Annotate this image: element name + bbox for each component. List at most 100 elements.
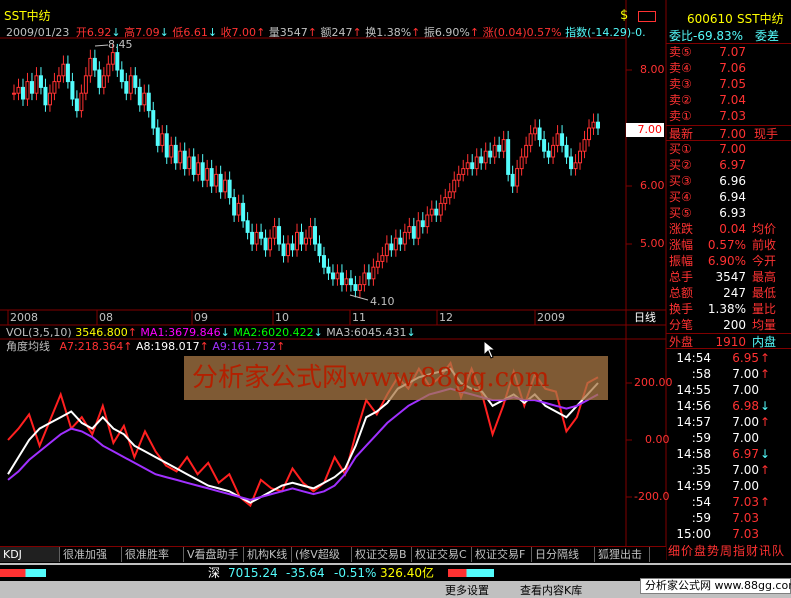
- tick-price: 6.95: [732, 351, 759, 365]
- outer-inner-row: 外盘 1910 内盘: [666, 333, 791, 349]
- tick-direction-icon: ↑: [760, 495, 771, 509]
- tick-row: 14:55 7.00: [666, 382, 791, 398]
- sell-row: 卖⑤ 7.07: [666, 44, 791, 60]
- tab-indicator[interactable]: 权证交易F: [472, 547, 532, 562]
- buy-label: 买②: [669, 158, 692, 172]
- stat-label: 分笔: [669, 318, 694, 332]
- tick-time: 14:58: [676, 447, 711, 461]
- tick-direction-icon: ↓: [760, 399, 771, 413]
- index-value: 7015.24: [228, 566, 278, 580]
- stat-row: 总额 247 最低: [666, 285, 791, 301]
- low-label: 4.10: [370, 295, 395, 308]
- buy-price: 7.00: [719, 142, 746, 156]
- tick-time: 14:56: [676, 399, 711, 413]
- tick-time: 14:59: [676, 479, 711, 493]
- stat-row: 涨跌 0.04 均价: [666, 221, 791, 237]
- price-tick-6: 6.00: [640, 179, 665, 192]
- sell-row: 卖③ 7.05: [666, 76, 791, 92]
- a8-value: A8:198.017: [135, 340, 200, 353]
- vol-label: VOL(3,5,10): [6, 326, 72, 339]
- buy-label: 买④: [669, 190, 692, 204]
- price-tick-5: 5.00: [640, 237, 665, 250]
- tab-indicator[interactable]: 权证交易B: [352, 547, 412, 562]
- tick-row: 14:56 6.98 ↓: [666, 398, 791, 414]
- index-pct: -0.51%: [334, 566, 377, 580]
- tab-indicator[interactable]: 机构K线: [244, 547, 292, 562]
- sell-price: 7.05: [719, 77, 746, 91]
- date-08: 08: [99, 311, 113, 324]
- tick-row: :59 7.00: [666, 430, 791, 446]
- stat-right: 前收: [752, 238, 777, 252]
- info-date: 2009/01/23: [6, 26, 70, 39]
- status-bar: 深 7015.24 -35.64 -0.51% 326.40亿 分析家公式网 w…: [0, 563, 791, 598]
- tab-indicator[interactable]: 狐狸出击: [595, 547, 650, 562]
- tick-price: 6.98: [732, 399, 759, 413]
- info-bar: 2009/01/23 开6.92↓ 高7.09↓ 低6.61↓ 收7.00↑ 量…: [6, 26, 646, 39]
- tab-indicator[interactable]: 权证交易C: [412, 547, 472, 562]
- stat-label: 换手: [669, 302, 694, 316]
- tab-indicator[interactable]: 日分隔线: [532, 547, 595, 562]
- info-low: 低6.61: [172, 26, 208, 39]
- info-amplitude: 振6.90%: [423, 26, 470, 39]
- site-badge: 分析家公式网 www.88gg.com: [640, 578, 791, 594]
- stat-label: 振幅: [669, 254, 694, 268]
- tick-price: 7.03: [732, 527, 759, 541]
- indicator-tabs: KDJ很准加强很准胜率V看盘助手机构K线(修V超级MACD)权证交易B权证交易C…: [0, 546, 666, 576]
- tab-indicator[interactable]: (修V超级MACD): [292, 547, 352, 576]
- period-label[interactable]: 日线: [634, 311, 656, 325]
- tick-direction-icon: ↓: [760, 447, 771, 461]
- quote-bottom-tabs[interactable]: 细价盘势周指财讯队: [668, 544, 785, 558]
- stat-value: 0.04: [719, 222, 746, 236]
- tab-indicator[interactable]: 很准胜率: [122, 547, 184, 562]
- a9-value: A9:161.732: [212, 340, 277, 353]
- stat-right: 最高: [752, 270, 777, 284]
- ma2-value: MA2:6020.422: [233, 326, 314, 339]
- date-12: 12: [439, 311, 453, 324]
- stat-value: 247: [723, 286, 746, 300]
- tab-indicator[interactable]: 很准加强: [60, 547, 122, 562]
- tick-price: 7.00: [732, 383, 759, 397]
- tick-price: 7.03: [732, 495, 759, 509]
- outer-value: 1910: [715, 335, 746, 349]
- tick-time: :35: [691, 463, 711, 477]
- last-label: 最新: [669, 127, 694, 141]
- sell-label: 卖⑤: [669, 45, 692, 59]
- stat-row: 振幅 6.90% 今开: [666, 253, 791, 269]
- sell-row: 卖② 7.04: [666, 92, 791, 108]
- current-price-tag: 7.00: [626, 123, 664, 137]
- tab-indicator[interactable]: KDJ: [0, 547, 60, 562]
- dollar-icon[interactable]: $: [620, 9, 628, 23]
- buy-label: 买③: [669, 174, 692, 188]
- date-10: 10: [275, 311, 289, 324]
- tick-row: :59 7.03: [666, 510, 791, 526]
- stat-right: 量比: [752, 302, 777, 316]
- last-price: 7.00: [719, 127, 746, 141]
- tick-price: 7.00: [732, 415, 759, 429]
- more-settings-button[interactable]: 更多设置: [445, 584, 489, 598]
- sell-price: 7.07: [719, 45, 746, 59]
- sell-label: 卖①: [669, 109, 692, 123]
- info-vol: 量3547: [268, 26, 308, 39]
- restore-icon[interactable]: [638, 11, 656, 22]
- sell-price: 7.03: [719, 109, 746, 123]
- sell-price: 7.04: [719, 93, 746, 107]
- sell-row: 卖① 7.03: [666, 108, 791, 124]
- date-09: 09: [194, 311, 208, 324]
- view-content-button[interactable]: 查看内容K库: [520, 584, 582, 598]
- info-amount: 额247: [320, 26, 353, 39]
- date-2008: 2008: [10, 311, 38, 324]
- quote-name: SST中纺: [737, 12, 784, 26]
- tick-price: 7.00: [732, 463, 759, 477]
- last-row: 最新 7.00 现手: [666, 125, 791, 141]
- stat-row: 涨幅 0.57% 前收: [666, 237, 791, 253]
- weibi-row: 委比 -69.83% 委差: [666, 28, 791, 44]
- quote-panel: 600610 SST中纺 委比 -69.83% 委差 卖⑤ 7.07 卖④ 7.06 卖…: [666, 0, 791, 560]
- watermark: 分析家公式网www.88gg.com: [184, 356, 608, 400]
- indicator-chart: [7, 360, 599, 508]
- inner-label: 内盘: [752, 335, 777, 349]
- tick-direction-icon: ↑: [760, 367, 771, 381]
- tab-indicator[interactable]: V看盘助手: [184, 547, 244, 562]
- stat-right: 均价: [752, 222, 777, 236]
- last-right: 现手: [754, 127, 779, 141]
- info-index: 指数(-14.29)-0.: [565, 26, 646, 39]
